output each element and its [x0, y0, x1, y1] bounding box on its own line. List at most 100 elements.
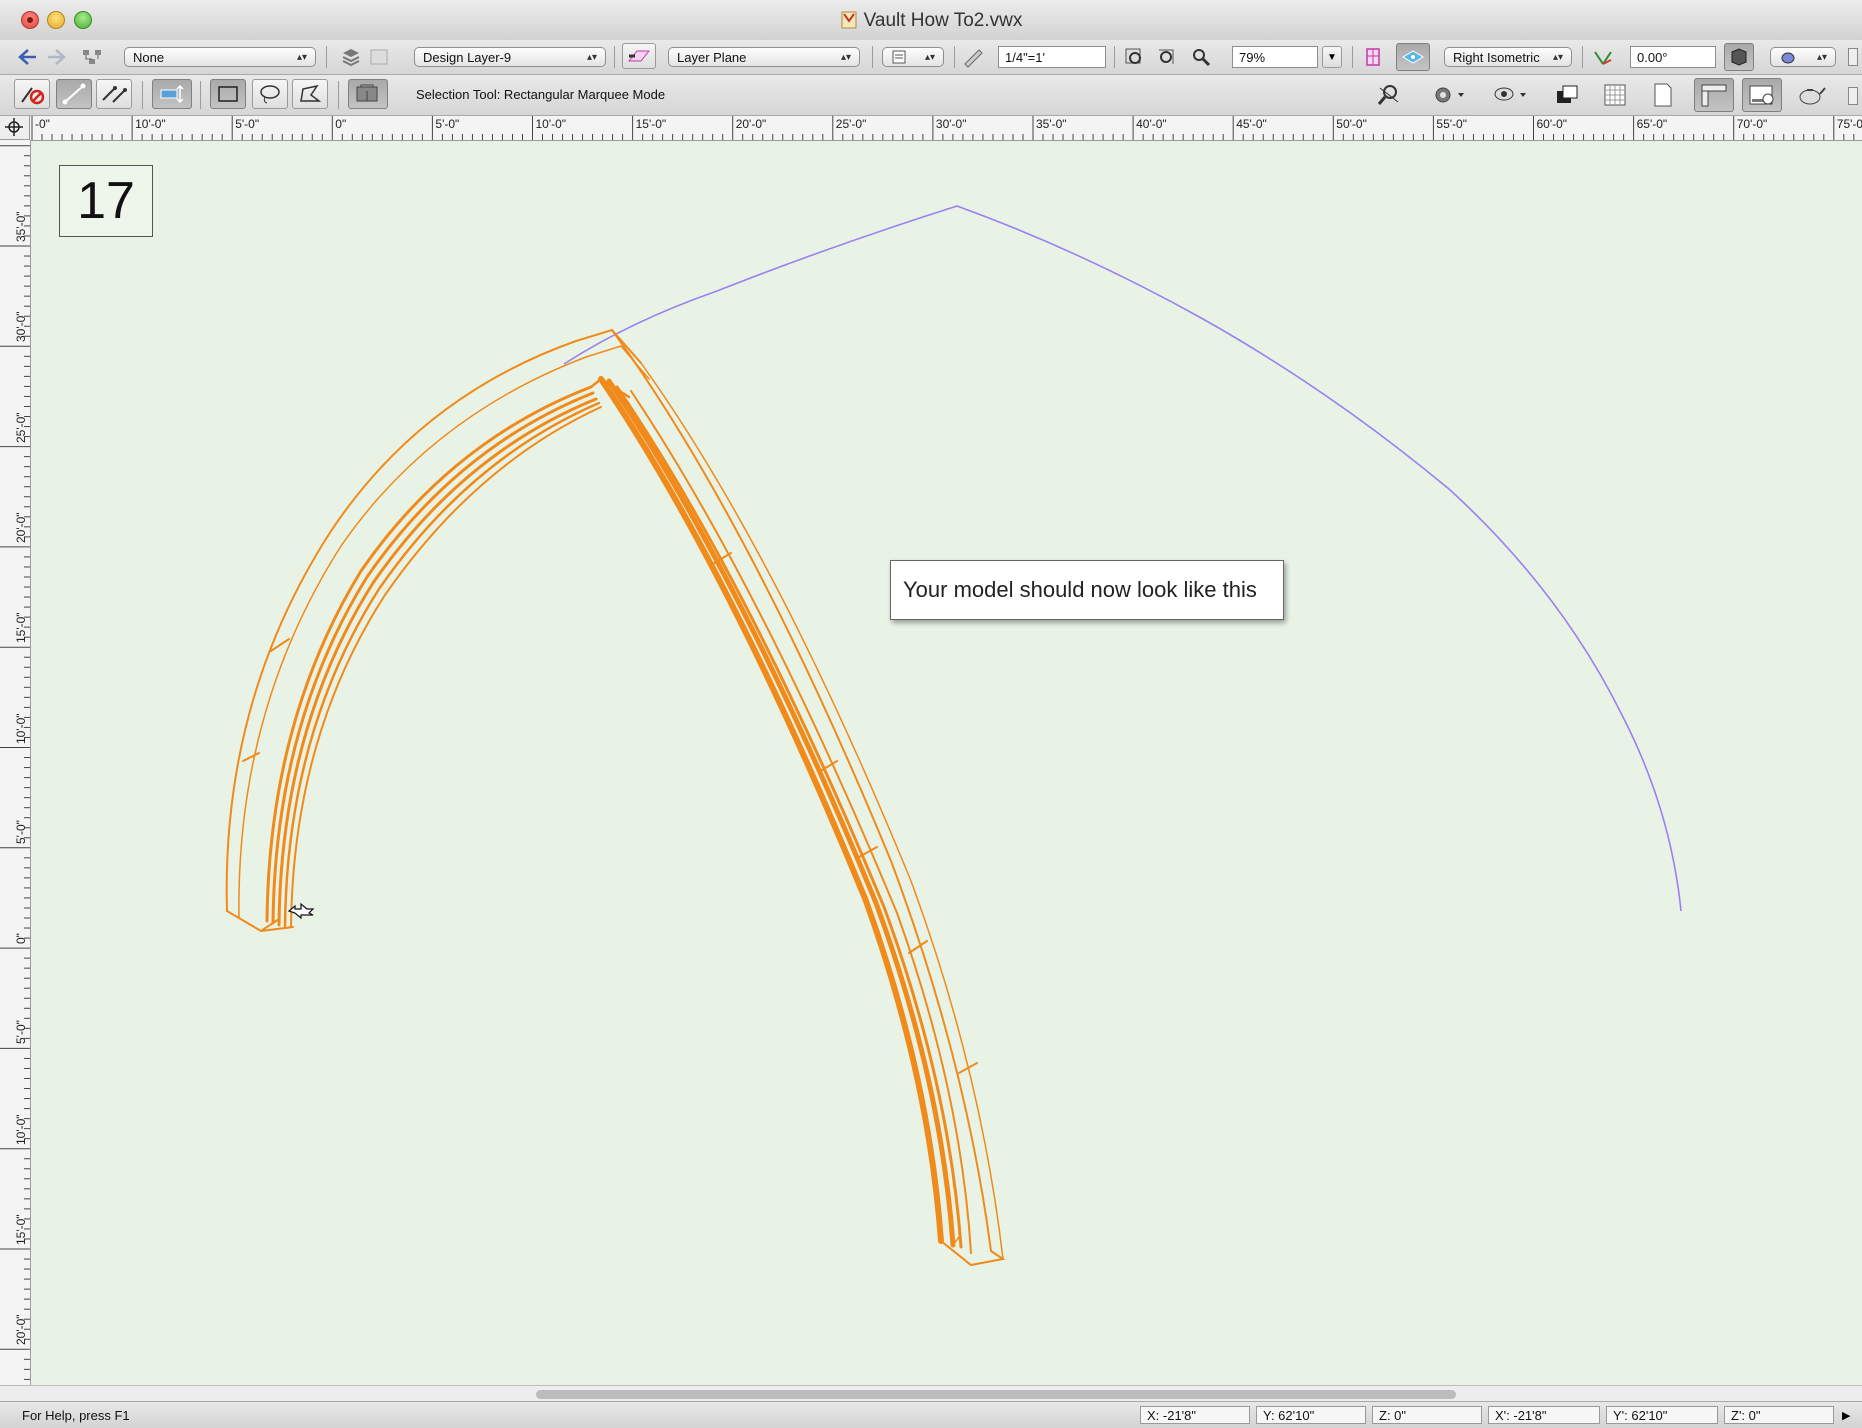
separator: [872, 46, 873, 68]
ruler-label: 10'-0": [535, 117, 567, 131]
toolbar-overflow-button[interactable]: [1848, 87, 1858, 105]
flyover-view-icon[interactable]: [1396, 43, 1430, 71]
send-to-back-icon[interactable]: [1552, 82, 1586, 108]
ruler-label: 15'-0": [14, 1214, 28, 1245]
ruler-label: 15'-0": [14, 612, 28, 644]
vertical-ruler[interactable]: 35'-0" 30'-0" 25'-0" 20'-0" 15'-0" 10'-0" 5'-0…: [0, 140, 31, 1385]
render-popup[interactable]: ▴▾: [1770, 47, 1836, 67]
model-drawing: [225, 205, 1682, 1267]
instruction-callout: Your model should now look like this: [890, 560, 1284, 620]
working-plane-icon[interactable]: [622, 43, 656, 69]
view-bar: None ▴▾ Design Layer-9 ▴▾ Layer Plane ▴▾ ▴▾…: [0, 40, 1862, 75]
ruler-label: 25'-0": [835, 117, 867, 131]
plane-mode-value: Layer Plane: [677, 50, 747, 65]
blank-page-icon[interactable]: [1650, 82, 1676, 108]
chevron-down-icon: ▼: [1327, 51, 1337, 63]
multiple-object-mode-icon[interactable]: [96, 79, 132, 109]
vault-rib-object[interactable]: [225, 328, 1006, 1267]
active-layer-popup[interactable]: Design Layer-9 ▴▾: [414, 47, 606, 67]
ruler-label: 60'-0": [1536, 117, 1568, 131]
separator: [954, 46, 955, 68]
popup-arrows-icon: ▴▾: [586, 52, 597, 63]
resize-mode-icon[interactable]: [152, 79, 192, 109]
ruler-label: 0": [14, 933, 28, 945]
ruler-label: 35'-0": [14, 211, 28, 242]
pointer-cursor-icon: [287, 902, 315, 920]
ruler-label: 20'-0": [14, 512, 28, 543]
separator: [200, 81, 201, 109]
popup-arrows-icon: ▴▾: [1816, 52, 1827, 63]
grid-icon[interactable]: [1602, 82, 1628, 108]
zoom-fit-objects-icon[interactable]: [1122, 44, 1148, 70]
horizontal-scrollbar-thumb[interactable]: [536, 1390, 1456, 1399]
lasso-marquee-icon[interactable]: [252, 79, 288, 109]
ruler-origin[interactable]: [0, 116, 30, 140]
lock-selection-icon[interactable]: [348, 79, 388, 109]
ruler-label: 5'-0": [435, 117, 460, 131]
ruler-label: 30'-0": [935, 117, 967, 131]
zoom-magnifier-icon[interactable]: [1188, 44, 1214, 70]
forward-arrow-icon[interactable]: [44, 44, 70, 70]
sheet-popup[interactable]: ▴▾: [882, 47, 944, 67]
x-prime-coordinate-field[interactable]: X': -21'8": [1488, 1406, 1600, 1424]
ruler-label: 65'-0": [1636, 117, 1668, 131]
rulers-toggle-icon[interactable]: [1694, 78, 1734, 112]
popup-arrows-icon: ▴▾: [840, 52, 851, 63]
current-view-value: Right Isometric: [1453, 50, 1540, 65]
z-prime-coordinate-field[interactable]: Z': 0": [1724, 1406, 1834, 1424]
layer-options-icon[interactable]: [366, 44, 392, 70]
visibility-eye-icon[interactable]: [1490, 82, 1530, 108]
separator: [1114, 46, 1115, 68]
step-number-label: 17: [59, 165, 153, 237]
single-object-mode-icon[interactable]: [56, 79, 92, 109]
window-title: Vault How To2.vwx: [0, 9, 1862, 32]
active-class-popup[interactable]: None ▴▾: [124, 47, 316, 67]
ruler-label: 10'-0": [14, 712, 28, 744]
class-hierarchy-icon[interactable]: [80, 44, 106, 70]
tool-preferences-gear-icon[interactable]: [1428, 82, 1468, 108]
back-arrow-icon[interactable]: [14, 44, 40, 70]
separator: [326, 46, 327, 68]
tool-bar: Selection Tool: Rectangular Marquee Mode: [0, 75, 1862, 116]
document-icon: [841, 11, 857, 29]
ruler-label: 10'-0": [135, 117, 166, 131]
horizontal-ruler[interactable]: -0" 10'-0" 5'-0" 0" 5'-0" 10'-0" 15'-0" 20'-0" 2…: [30, 116, 1862, 141]
ruler-label: 5'-0": [14, 1020, 28, 1045]
toolbar-overflow-button[interactable]: [1848, 48, 1858, 66]
teapot-render-icon[interactable]: [1794, 82, 1828, 108]
status-arrow-icon[interactable]: ▶: [1842, 1409, 1850, 1422]
drawing-area[interactable]: 17 Your model should now look like this: [31, 141, 1862, 1385]
zoom-field[interactable]: 79%: [1232, 46, 1318, 68]
layer-scale-field[interactable]: 1/4"=1': [998, 46, 1106, 68]
active-class-value: None: [133, 50, 165, 65]
z-coordinate-field[interactable]: Z: 0": [1372, 1406, 1482, 1424]
x-coordinate-field[interactable]: X: -21'8": [1140, 1406, 1250, 1424]
ruler-label: 40'-0": [1136, 117, 1167, 131]
current-view-popup[interactable]: Right Isometric ▴▾: [1444, 47, 1572, 67]
rectangular-marquee-icon[interactable]: [210, 79, 246, 109]
ruler-scale-icon[interactable]: [960, 44, 986, 70]
scrollbars-toggle-icon[interactable]: [1742, 78, 1782, 112]
axis-rotation-icon[interactable]: [1590, 44, 1616, 70]
layers-stack-icon[interactable]: [338, 44, 364, 70]
render-mode-icon[interactable]: [1724, 43, 1754, 71]
polygon-marquee-icon[interactable]: [292, 79, 328, 109]
plane-mode-popup[interactable]: Layer Plane ▴▾: [668, 47, 860, 67]
standard-views-icon[interactable]: [1360, 44, 1386, 70]
teapot-icon: [1781, 52, 1795, 64]
ruler-label: 35'-0": [1036, 117, 1067, 131]
ruler-label: 20'-0": [735, 117, 767, 131]
y-coordinate-field[interactable]: Y: 62'10": [1256, 1406, 1366, 1424]
zoom-dropdown-button[interactable]: ▼: [1322, 46, 1342, 68]
ruler-label: 5'-0": [235, 117, 260, 131]
disable-snapping-icon[interactable]: [14, 79, 50, 109]
ruler-label: 75'-0": [1836, 117, 1862, 131]
popup-arrows-icon: ▴▾: [924, 52, 935, 63]
layer-scale-value: 1/4"=1': [1005, 50, 1045, 65]
snap-loupe-icon[interactable]: [1376, 82, 1402, 108]
zoom-fit-page-icon[interactable]: [1154, 44, 1180, 70]
rotation-angle-field[interactable]: 0.00°: [1630, 46, 1716, 68]
horizontal-scrollbar[interactable]: [0, 1385, 1862, 1402]
ruler-label: 50'-0": [1336, 117, 1367, 131]
y-prime-coordinate-field[interactable]: Y': 62'10": [1606, 1406, 1718, 1424]
